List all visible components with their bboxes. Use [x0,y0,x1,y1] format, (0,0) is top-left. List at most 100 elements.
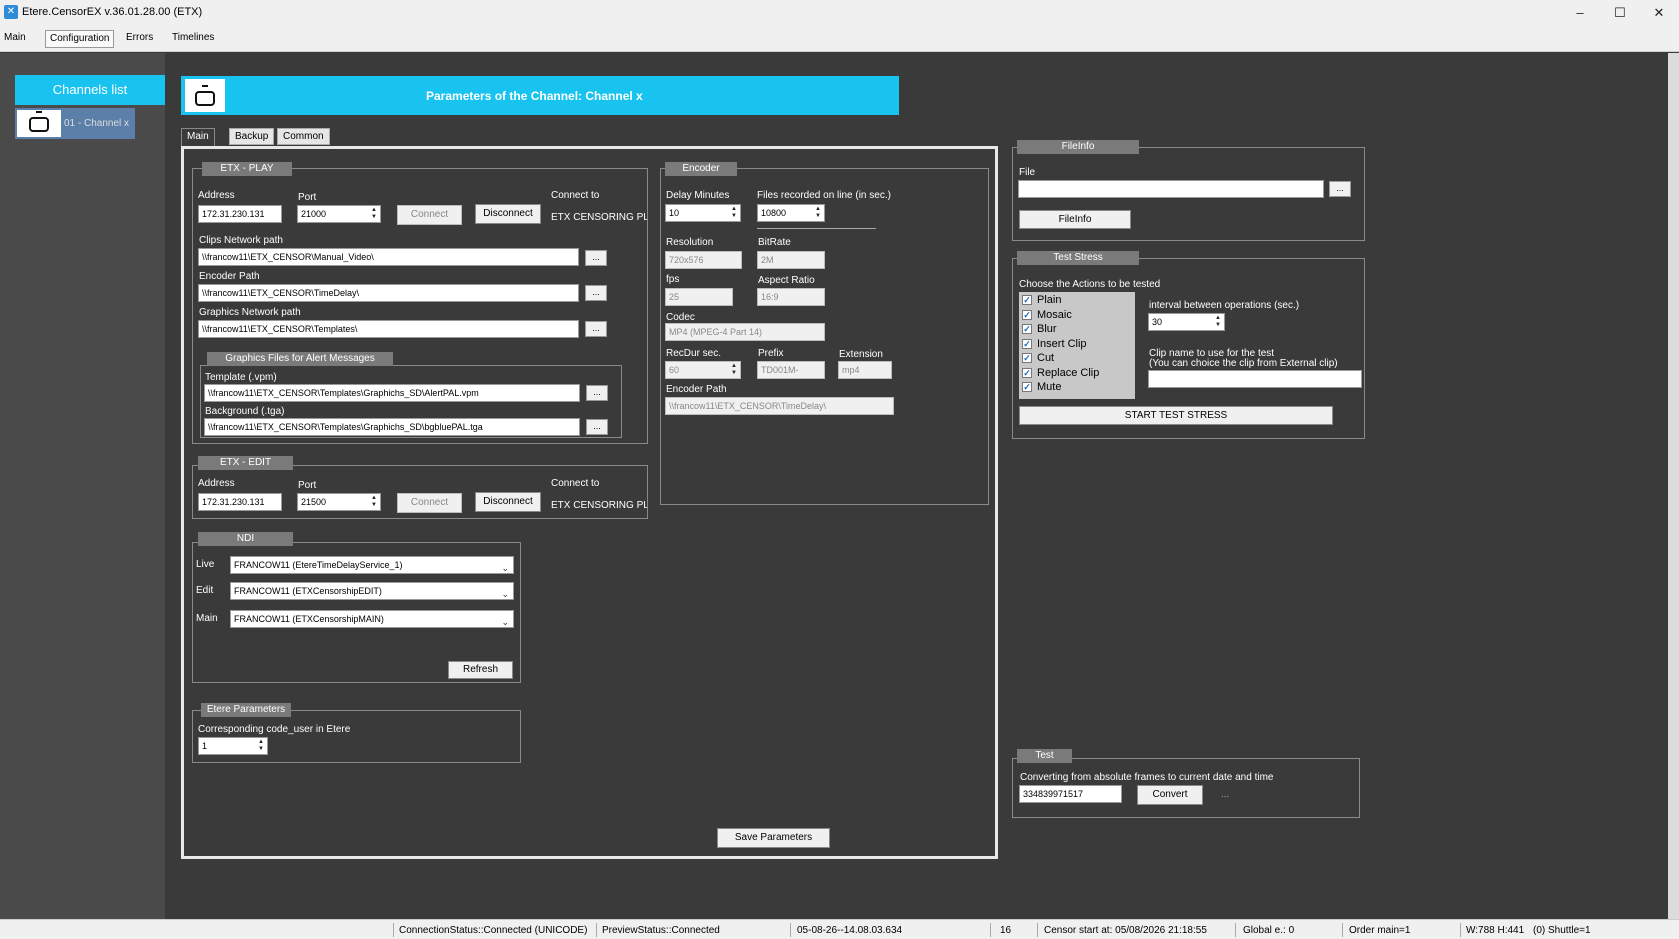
channel-item[interactable]: 01 - Channel x [15,108,135,139]
port-label: Port [298,480,317,491]
status-count: 16 [1000,925,1012,936]
extension-input[interactable]: mp4 [838,361,892,379]
ndi-refresh-button[interactable]: Refresh [448,661,513,679]
aspect-ratio-input[interactable]: 16:9 [757,288,825,306]
codec-input[interactable]: MP4 (MPEG-4 Part 14) [665,323,825,341]
template-browse-button[interactable]: ... [586,385,608,401]
address-label: Address [198,478,235,489]
action-mosaic[interactable]: ✓ Mosaic [1022,309,1132,322]
encoder-path-label: Encoder Path [666,384,727,395]
ndi-main-select[interactable]: FRANCOW11 (ETXCensorshipMAIN) ⌄ [230,610,514,628]
save-parameters-button[interactable]: Save Parameters [717,828,830,848]
checkbox-checked-icon: ✓ [1022,295,1032,305]
delay-minutes-stepper[interactable]: 10 ▲ ▼ [665,204,741,222]
checkbox-checked-icon: ✓ [1022,309,1032,320]
edit-port-stepper[interactable]: 21500 ▲ ▼ [297,493,381,511]
etere-params-title: Etere Parameters [201,703,291,717]
frames-input[interactable]: 334839971517 [1019,785,1122,803]
encoder-path-input[interactable]: \\francow11\ETX_CENSOR\TimeDelay\ [198,284,579,302]
minimize-button[interactable]: – [1560,0,1600,25]
file-path-input[interactable] [1018,180,1324,198]
interval-stepper[interactable]: 30 ▲ ▼ [1148,313,1225,331]
action-replace-clip[interactable]: ✓ Replace Clip [1022,367,1132,380]
tv-icon [17,110,61,137]
action-plain[interactable]: ✓ Plain [1022,294,1132,307]
encoder-browse-button[interactable]: ... [585,285,607,301]
window-title: Etere.CensorEX v.36.01.28.00 (ETX) [22,6,203,18]
menu-errors[interactable]: Errors [122,30,157,48]
checkbox-checked-icon: ✓ [1022,382,1032,392]
action-cut[interactable]: ✓ Cut [1022,352,1132,365]
action-blur[interactable]: ✓ Blur [1022,323,1132,336]
code-user-label: Corresponding code_user in Etere [198,724,351,735]
play-connect-button[interactable]: Connect [397,205,462,225]
edit-connect-button[interactable]: Connect [397,493,462,513]
play-disconnect-button[interactable]: Disconnect [475,204,541,224]
graphics-path-input[interactable]: \\francow11\ETX_CENSOR\Templates\ [198,320,579,338]
edit-address-input[interactable]: 172.31.230.131 [198,493,282,511]
title-bar: ✕ Etere.CensorEX v.36.01.28.00 (ETX) – ☐… [0,0,1679,25]
vertical-scrollbar[interactable] [1668,53,1679,919]
connection-status: ConnectionStatus::Connected (UNICODE) [399,925,588,936]
interval-label: interval between operations (sec.) [1149,300,1300,311]
convert-button[interactable]: Convert [1137,785,1203,805]
encoder-title: Encoder [665,162,737,176]
port-label: Port [298,192,317,203]
codec-label: Codec [666,312,695,323]
tab-common[interactable]: Common [277,128,330,145]
play-address-input[interactable]: 172.31.230.131 [198,205,282,223]
order-main: Order main=1 [1349,925,1411,936]
censor-start: Censor start at: 05/08/2026 21:18:55 [1044,925,1207,936]
menu-configuration[interactable]: Configuration [45,30,115,48]
ndi-live-select[interactable]: FRANCOW11 (EtereTimeDelayService_1) ⌄ [230,556,514,574]
fileinfo-button[interactable]: FileInfo [1019,210,1131,229]
aspect-ratio-label: Aspect Ratio [758,275,815,286]
checkbox-checked-icon: ✓ [1022,324,1032,334]
encoder-path-readonly[interactable]: \\francow11\ETX_CENSOR\TimeDelay\ [665,397,894,415]
code-user-stepper[interactable]: 1 ▲ ▼ [198,737,268,755]
convert-result: ... [1221,789,1230,800]
bitrate-input[interactable]: 2M [757,251,825,269]
delay-label: Delay Minutes [666,190,730,201]
parameters-header: Parameters of the Channel: Channel x [181,76,899,115]
clips-browse-button[interactable]: ... [585,250,607,266]
maximize-button[interactable]: ☐ [1600,0,1640,25]
ndi-live-label: Live [196,559,215,570]
recdur-label: RecDur sec. [666,348,722,359]
close-button[interactable]: ✕ [1639,0,1679,25]
preview-dimensions: W:788 H:441 [1466,925,1525,936]
action-insert-clip[interactable]: ✓ Insert Clip [1022,338,1132,351]
choose-actions-label: Choose the Actions to be tested [1019,279,1161,290]
checkbox-checked-icon: ✓ [1022,353,1032,363]
clips-path-input[interactable]: \\francow11\ETX_CENSOR\Manual_Video\ [198,248,579,266]
edit-disconnect-button[interactable]: Disconnect [475,492,541,512]
menu-main[interactable]: Main [0,30,30,48]
alert-graphics-title: Graphics Files for Alert Messages [207,352,393,366]
clips-path-label: Clips Network path [199,235,283,246]
recdur-stepper[interactable]: 60 ▲ ▼ [665,361,741,379]
graphics-browse-button[interactable]: ... [585,321,607,337]
clip-name-input[interactable] [1148,370,1362,388]
shuttle-status: (0) Shuttle=1 [1533,925,1591,936]
template-path-input[interactable]: \\francow11\ETX_CENSOR\Templates\Graphic… [204,384,580,402]
background-path-input[interactable]: \\francow11\ETX_CENSOR\Templates\Graphic… [204,418,580,436]
files-recorded-stepper[interactable]: 10800 ▲ ▼ [757,204,825,222]
tab-main[interactable]: Main [181,128,215,147]
tab-backup[interactable]: Backup [229,128,275,145]
play-port-stepper[interactable]: 21000 ▲ ▼ [297,205,381,223]
bitrate-label: BitRate [758,237,791,248]
menu-timelines[interactable]: Timelines [168,30,218,48]
connect-to-label: Connect to [551,190,600,201]
resolution-input[interactable]: 720x576 [665,251,742,269]
ndi-main-label: Main [196,613,218,624]
file-browse-button[interactable]: ... [1329,181,1351,197]
ndi-title: NDI [198,532,293,546]
action-mute[interactable]: ✓ Mute [1022,381,1132,394]
prefix-input[interactable]: TD001M- [757,361,825,379]
ndi-edit-select[interactable]: FRANCOW11 (ETXCensorshipEDIT) ⌄ [230,582,514,600]
actions-checklist: ✓ Plain ✓ Mosaic ✓ Blur ✓ Insert Clip ✓ Cut ✓… [1019,292,1135,399]
start-test-stress-button[interactable]: START TEST STRESS [1019,406,1333,425]
play-connect-to-value: ETX CENSORING PL [551,212,647,223]
fps-input[interactable]: 25 [665,288,733,306]
background-browse-button[interactable]: ... [586,419,608,435]
